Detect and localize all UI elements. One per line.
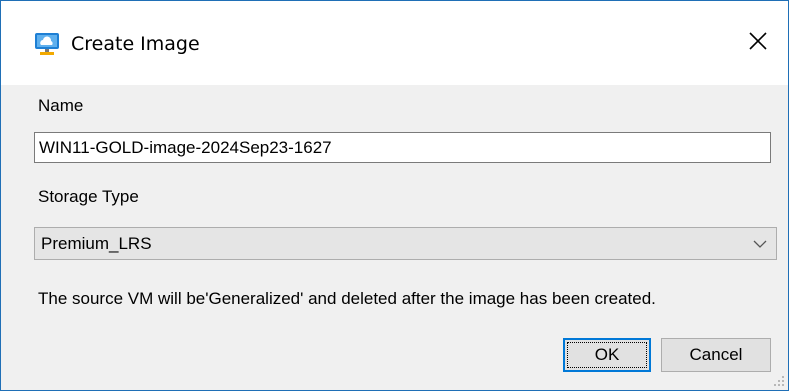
storage-type-label: Storage Type: [38, 187, 139, 206]
ok-button[interactable]: OK: [563, 338, 651, 372]
dialog-body: Name Storage Type Premium_LRS The source…: [1, 85, 788, 390]
title-bar: Create Image: [1, 1, 788, 85]
info-message: The source VM will be'Generalized' and d…: [38, 289, 656, 308]
close-button[interactable]: [733, 21, 783, 65]
cancel-button-label: Cancel: [689, 345, 743, 364]
chevron-down-icon: [752, 237, 768, 251]
focus-ring: [567, 342, 647, 368]
name-label: Name: [38, 96, 84, 115]
resize-grip-icon[interactable]: [771, 373, 785, 387]
storage-type-value: Premium_LRS: [41, 234, 152, 253]
name-input[interactable]: [34, 132, 771, 163]
storage-type-select[interactable]: Premium_LRS: [34, 227, 777, 260]
close-icon: [748, 31, 768, 56]
window-title: Create Image: [71, 33, 200, 55]
app-icon: [34, 32, 60, 56]
create-image-dialog: Create Image Name Storage Type Premium_L…: [0, 0, 789, 391]
cancel-button[interactable]: Cancel: [661, 338, 771, 372]
